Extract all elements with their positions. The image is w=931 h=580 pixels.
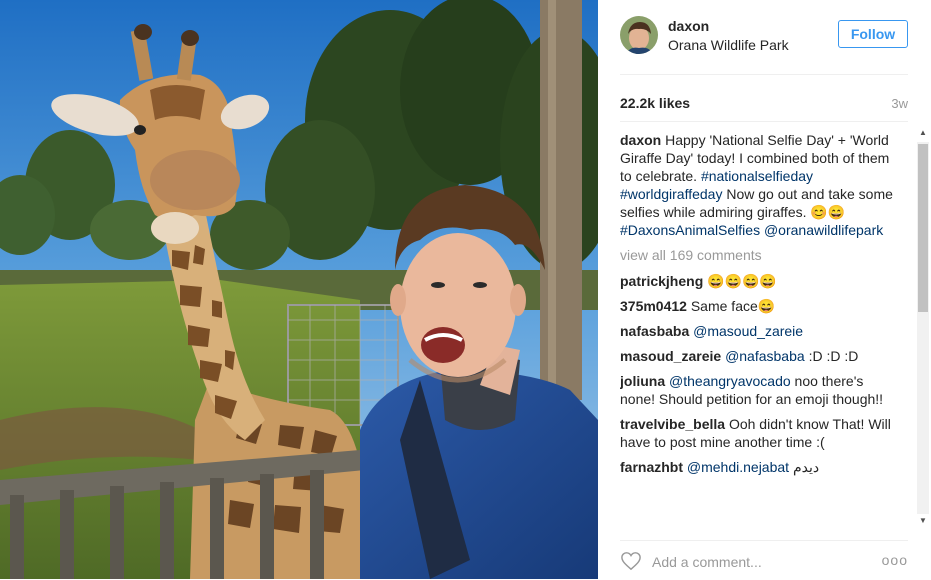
comment: farnazhbt @mehdi.nejabat دیدم <box>620 458 894 476</box>
caption-username[interactable]: daxon <box>620 132 661 148</box>
mention-link[interactable]: @masoud_zareie <box>693 323 803 339</box>
comment: joliuna @theangryavocado noo there's non… <box>620 372 894 408</box>
comment-username[interactable]: 375m0412 <box>620 298 687 314</box>
comment: travelvibe_bella Ooh didn't know That! W… <box>620 415 894 451</box>
hashtag-link[interactable]: #worldgiraffeday <box>620 186 722 202</box>
post-age[interactable]: 3w <box>891 96 908 111</box>
comment-text: دیدم <box>792 459 820 475</box>
comment-username[interactable]: travelvibe_bella <box>620 416 725 432</box>
comment-text: 😄😄😄😄 <box>707 273 777 289</box>
post-location[interactable]: Orana Wildlife Park <box>668 37 789 53</box>
view-all-comments-link[interactable]: view all 169 comments <box>620 246 894 264</box>
follow-button[interactable]: Follow <box>838 20 908 48</box>
scroll-up-icon[interactable]: ▲ <box>919 128 927 137</box>
comments-list: daxon Happy 'National Selfie Day' + 'Wor… <box>620 131 894 528</box>
comment-username[interactable]: masoud_zareie <box>620 348 721 364</box>
likes-count[interactable]: 22.2k likes <box>620 95 690 111</box>
post-username[interactable]: daxon <box>668 18 709 34</box>
more-options-icon[interactable]: ooo <box>882 552 908 568</box>
scroll-down-icon[interactable]: ▼ <box>919 516 927 525</box>
comment: patrickjheng 😄😄😄😄 <box>620 272 894 290</box>
post-photo[interactable] <box>0 0 598 579</box>
hashtag-link[interactable]: #nationalselfieday <box>701 168 813 184</box>
avatar-image <box>620 16 658 54</box>
avatar[interactable] <box>620 16 658 54</box>
scrollbar-thumb[interactable] <box>918 144 928 312</box>
comment: nafasbaba @masoud_zareie <box>620 322 894 340</box>
mention-link[interactable]: @nafasbaba <box>725 348 805 364</box>
comment-text: :D :D :D <box>808 348 859 364</box>
comment-username[interactable]: patrickjheng <box>620 273 703 289</box>
add-comment-input[interactable]: Add a comment... <box>652 554 762 570</box>
comment-username[interactable]: farnazhbt <box>620 459 683 475</box>
comment: 375m0412 Same face😄 <box>620 297 894 315</box>
mention-link[interactable]: @theangryavocado <box>669 373 791 389</box>
comment-username[interactable]: nafasbaba <box>620 323 689 339</box>
post-sidebar: daxon Orana Wildlife Park Follow 22.2k l… <box>598 0 931 579</box>
caption: daxon Happy 'National Selfie Day' + 'Wor… <box>620 131 894 239</box>
comment: masoud_zareie @nafasbaba :D :D :D <box>620 347 894 365</box>
comments-scrollbar[interactable]: ▲ ▼ <box>915 128 931 528</box>
comment-footer: Add a comment... ooo <box>620 540 908 580</box>
heart-icon[interactable] <box>620 551 642 571</box>
mention-link[interactable]: @oranawildlifepark <box>764 222 883 238</box>
divider <box>620 121 908 122</box>
comment-text: Same face😄 <box>690 298 776 314</box>
mention-link[interactable]: @mehdi.nejabat <box>687 459 789 475</box>
post-header: daxon Orana Wildlife Park Follow <box>620 14 908 75</box>
hashtag-link[interactable]: #DaxonsAnimalSelfies <box>620 222 760 238</box>
comment-username[interactable]: joliuna <box>620 373 665 389</box>
instagram-post: daxon Orana Wildlife Park Follow 22.2k l… <box>0 0 931 579</box>
giraffe-selfie-image <box>0 0 598 579</box>
